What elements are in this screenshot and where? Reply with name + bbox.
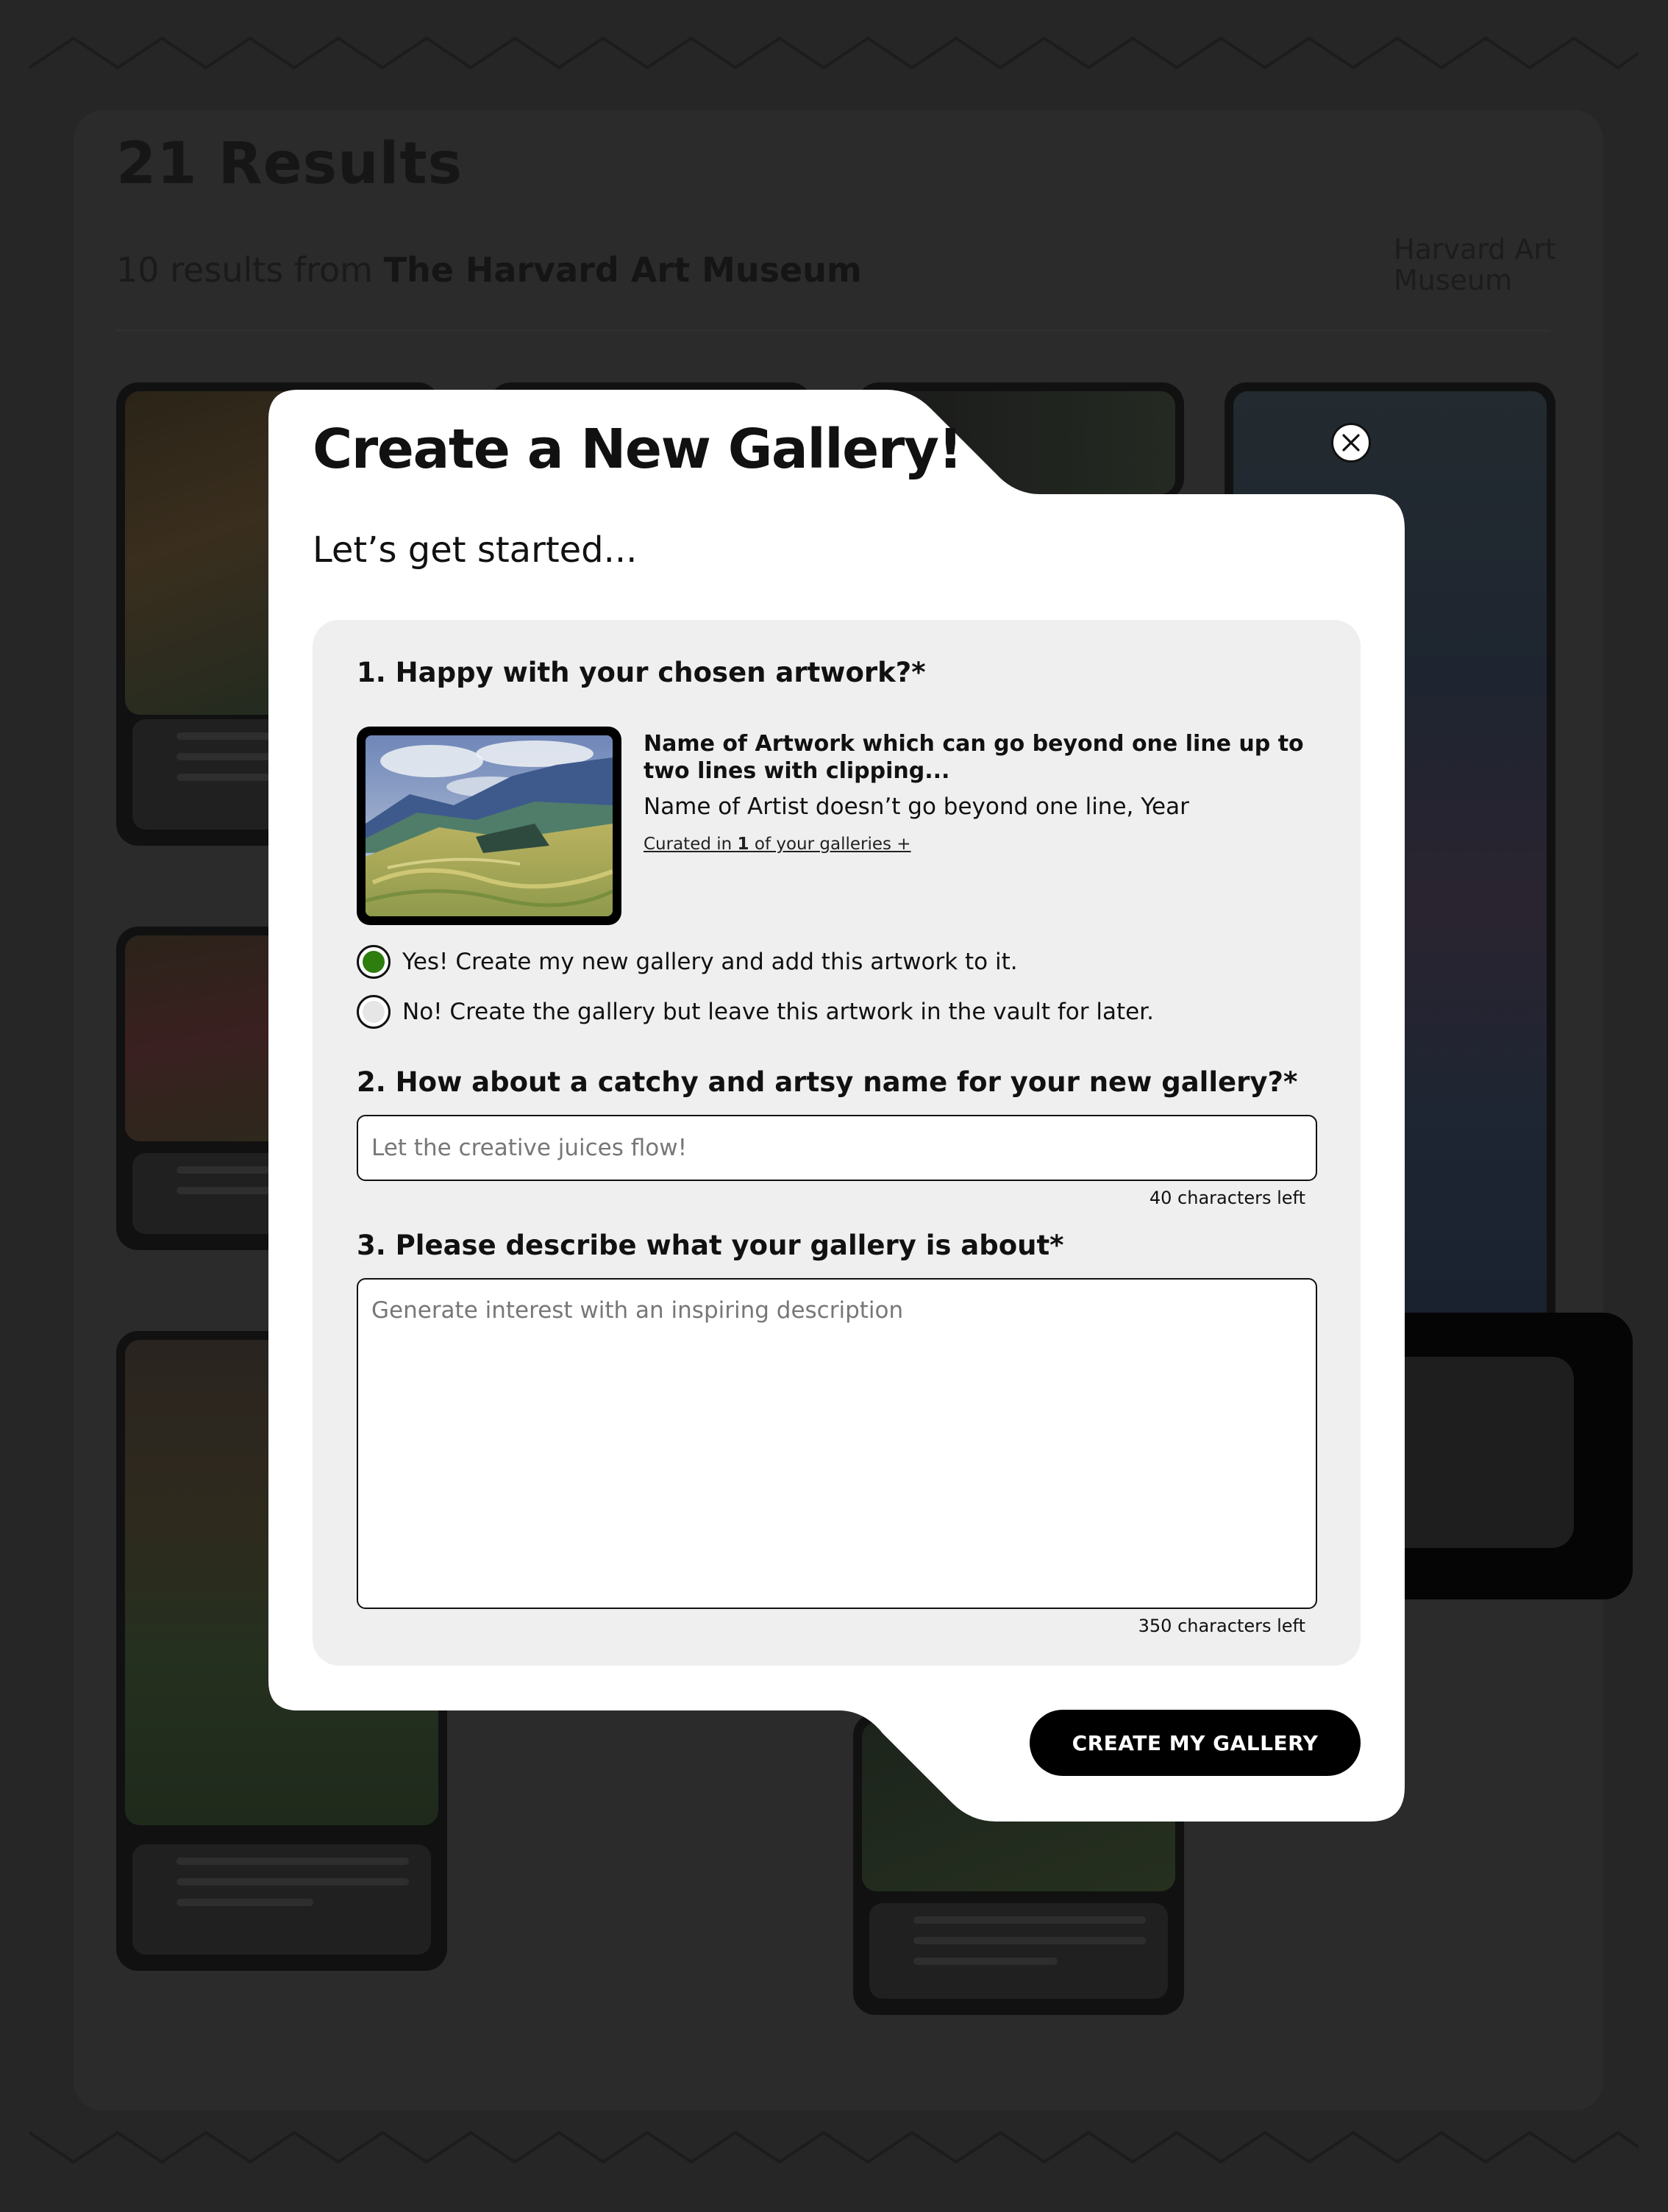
gallery-form: 1. Happy with your chosen artwork?* Name… xyxy=(313,620,1361,1666)
radio-button[interactable] xyxy=(357,945,391,979)
question-2-label: 2. How about a catchy and artsy name for… xyxy=(357,1066,1298,1098)
close-icon xyxy=(1342,434,1360,452)
close-button[interactable] xyxy=(1331,423,1371,463)
radio-label: Yes! Create my new gallery and add this … xyxy=(402,949,1018,975)
radio-button[interactable] xyxy=(357,995,391,1029)
create-gallery-modal: Create a New Gallery! Let’s get started.… xyxy=(0,0,1668,2212)
radio-add-artwork-yes[interactable]: Yes! Create my new gallery and add this … xyxy=(357,945,1018,979)
create-gallery-button[interactable]: CREATE MY GALLERY xyxy=(1030,1710,1361,1776)
gallery-description-textarea[interactable] xyxy=(357,1278,1317,1609)
artwork-artist: Name of Artist doesn’t go beyond one lin… xyxy=(644,793,1189,820)
modal-subtitle: Let’s get started... xyxy=(313,529,638,571)
gallery-name-counter: 40 characters left xyxy=(1149,1188,1305,1208)
gallery-description-counter: 350 characters left xyxy=(1138,1616,1305,1636)
radio-empty-dot xyxy=(363,1001,385,1023)
radio-label: No! Create the gallery but leave this ar… xyxy=(402,999,1154,1025)
curated-in-link[interactable]: Curated in 1 of your galleries + xyxy=(644,835,911,854)
question-1-label: 1. Happy with your chosen artwork?* xyxy=(357,657,926,688)
radio-selected-dot xyxy=(363,951,385,973)
question-3-label: 3. Please describe what your gallery is … xyxy=(357,1230,1064,1261)
radio-add-artwork-no[interactable]: No! Create the gallery but leave this ar… xyxy=(357,995,1154,1029)
artwork-thumbnail xyxy=(357,727,621,925)
modal-title: Create a New Gallery! xyxy=(313,418,963,481)
artwork-name: Name of Artwork which can go beyond one … xyxy=(644,731,1304,784)
gallery-name-input[interactable] xyxy=(357,1115,1317,1181)
